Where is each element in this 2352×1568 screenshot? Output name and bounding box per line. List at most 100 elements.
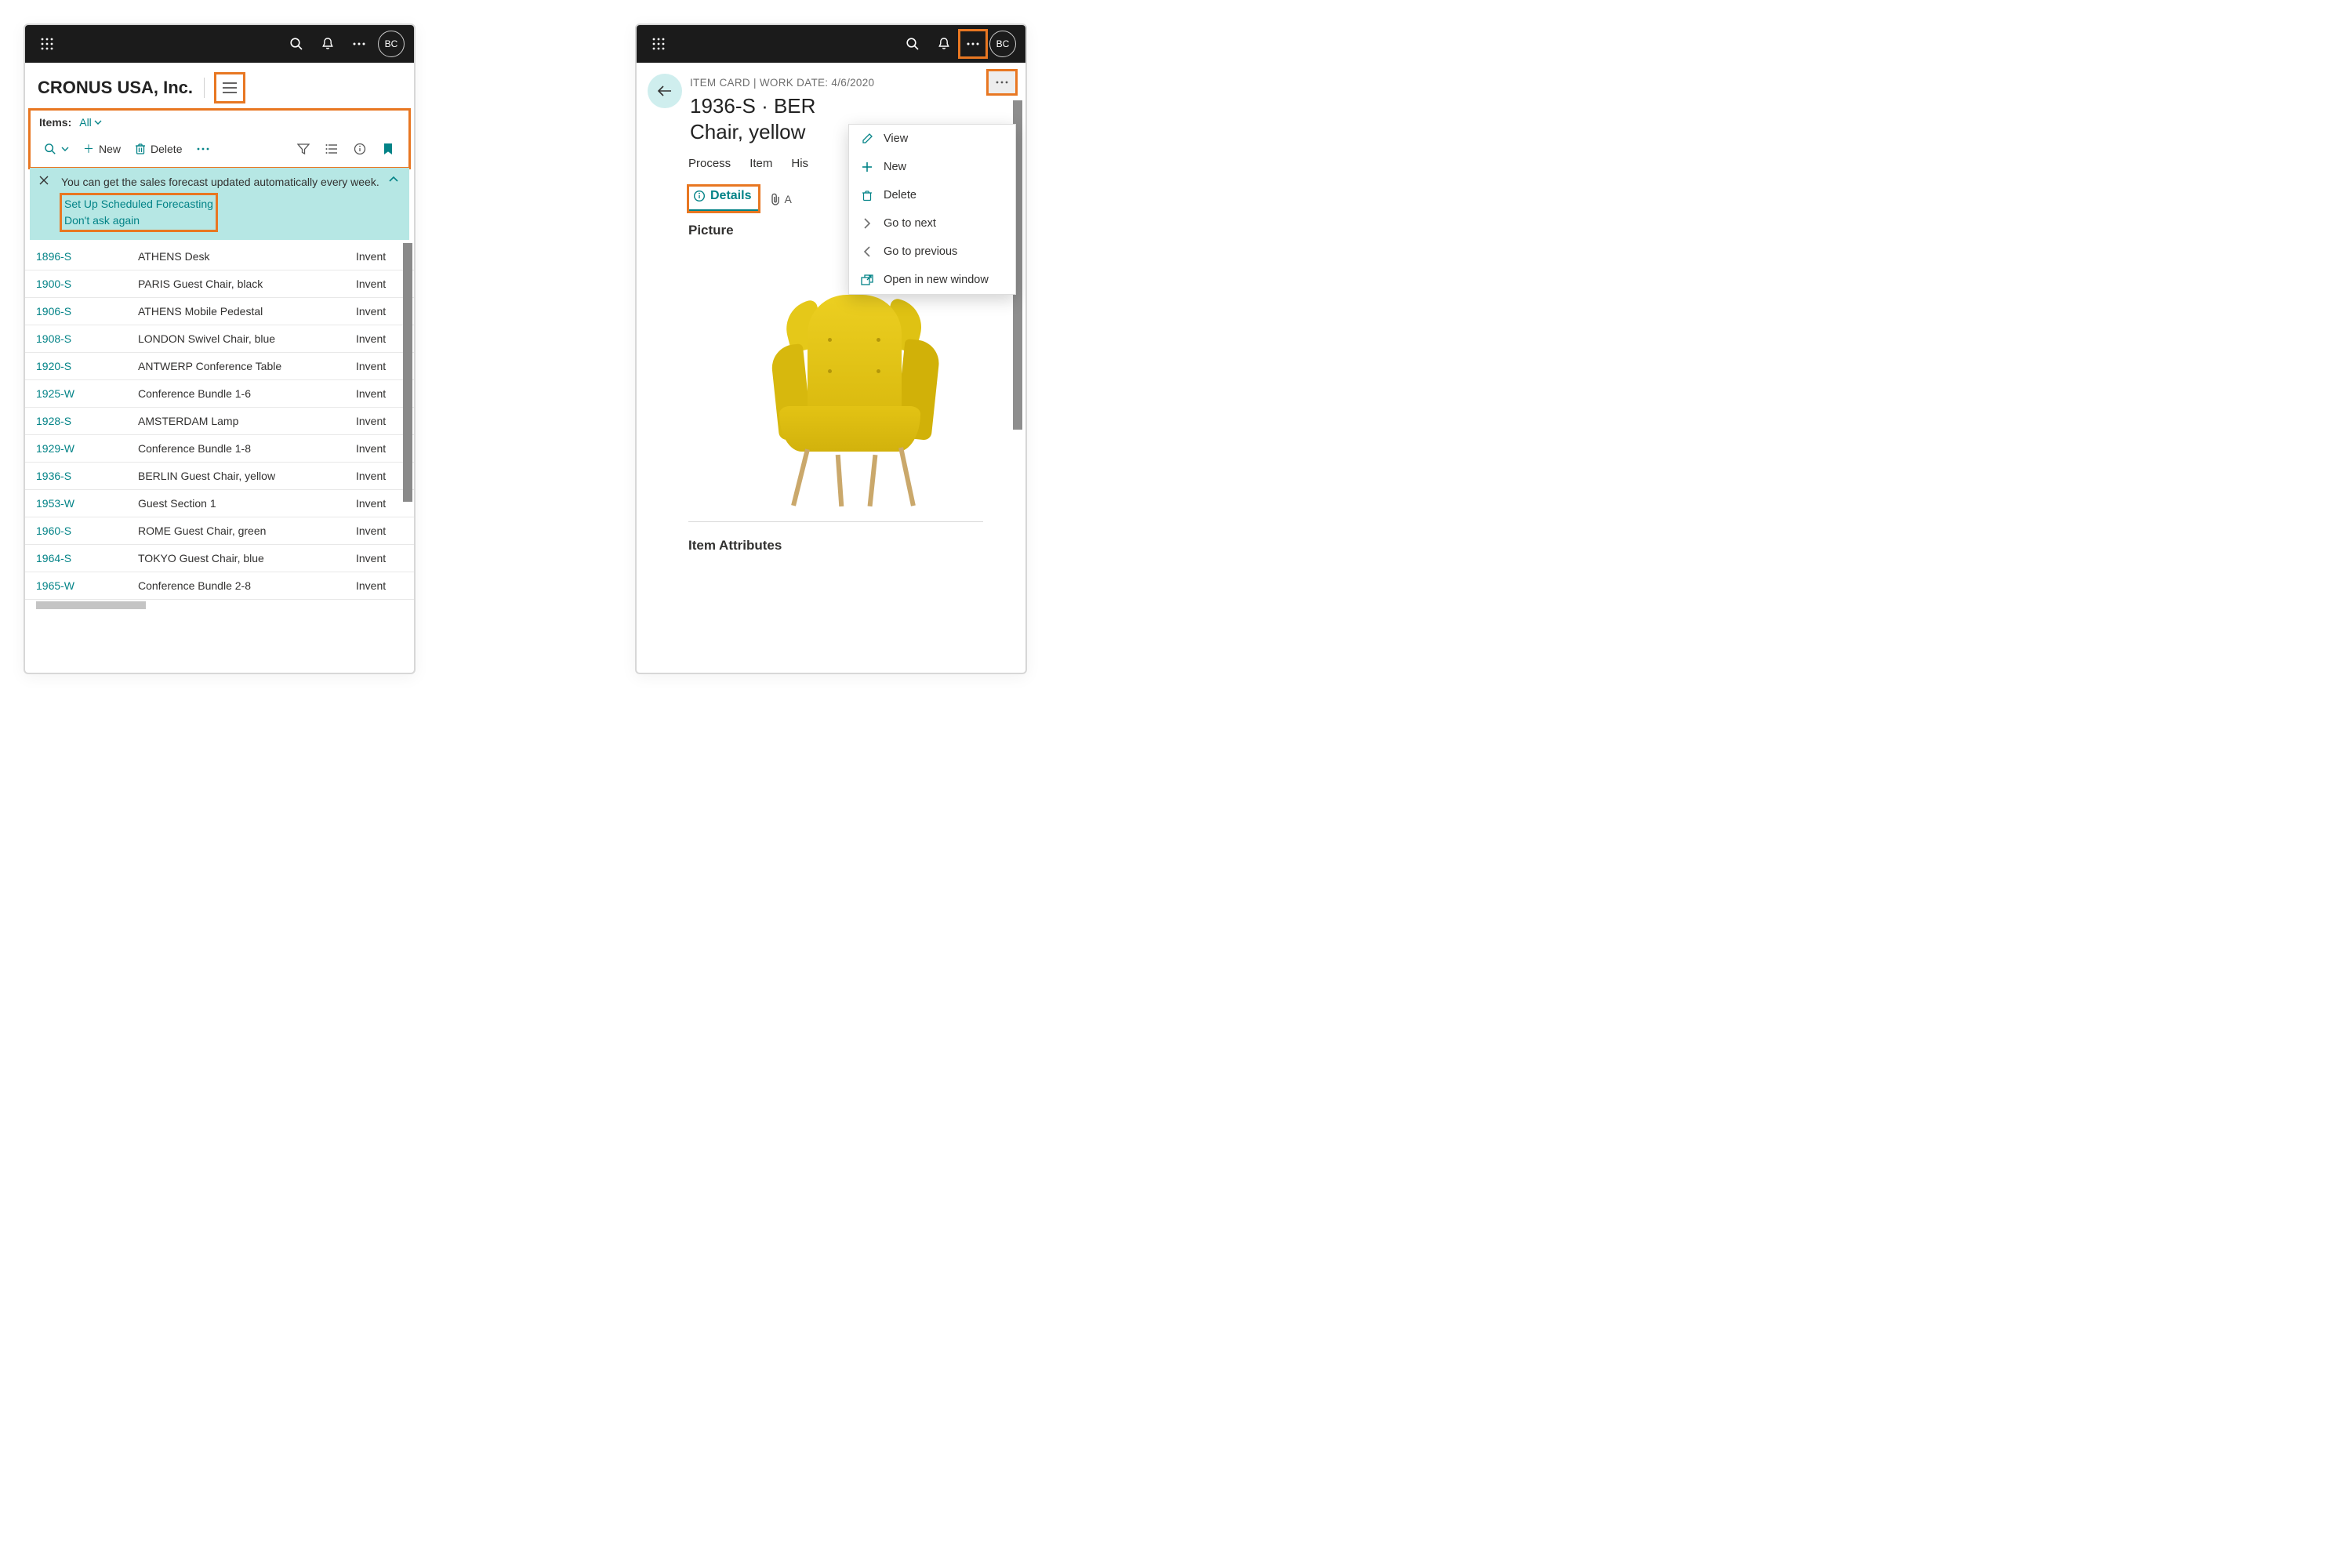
tab-process[interactable]: Process <box>688 157 731 176</box>
item-inv: Invent <box>356 442 403 455</box>
item-no[interactable]: 1965-W <box>36 579 138 592</box>
attachments-tab[interactable]: A <box>770 193 791 205</box>
company-name: CRONUS USA, Inc. <box>38 78 193 98</box>
item-inv: Invent <box>356 470 403 482</box>
items-label: Items: <box>39 116 71 129</box>
item-no[interactable]: 1960-S <box>36 524 138 537</box>
item-no[interactable]: 1953-W <box>36 497 138 510</box>
avatar[interactable]: BC <box>989 31 1016 57</box>
avatar[interactable]: BC <box>378 31 405 57</box>
item-desc: AMSTERDAM Lamp <box>138 415 356 427</box>
item-no[interactable]: 1964-S <box>36 552 138 564</box>
item-no[interactable]: 1896-S <box>36 250 138 263</box>
item-desc: Conference Bundle 1-6 <box>138 387 356 400</box>
details-tab[interactable]: Details <box>688 186 759 212</box>
menu-delete[interactable]: Delete <box>849 181 1015 209</box>
menu-go-previous[interactable]: Go to previous <box>849 238 1015 266</box>
table-row[interactable]: 1928-SAMSTERDAM LampInvent <box>25 408 414 435</box>
hamburger-button[interactable] <box>216 74 244 102</box>
item-desc: PARIS Guest Chair, black <box>138 278 356 290</box>
item-desc: ANTWERP Conference Table <box>138 360 356 372</box>
menu-new[interactable]: New <box>849 153 1015 181</box>
item-desc: Conference Bundle 1-8 <box>138 442 356 455</box>
items-filter-dropdown[interactable]: All <box>79 116 102 129</box>
bell-icon[interactable] <box>928 28 960 60</box>
topbar-more-button[interactable] <box>960 31 986 57</box>
app-launcher-icon[interactable] <box>31 28 63 60</box>
app-launcher-icon[interactable] <box>643 28 674 60</box>
menu-go-next[interactable]: Go to next <box>849 209 1015 238</box>
items-toolbar: Items: All ＋New Delete <box>30 110 409 168</box>
table-row[interactable]: 1920-SANTWERP Conference TableInvent <box>25 353 414 380</box>
item-inv: Invent <box>356 497 403 510</box>
item-desc: TOKYO Guest Chair, blue <box>138 552 356 564</box>
table-row[interactable]: 1925-WConference Bundle 1-6Invent <box>25 380 414 408</box>
item-attributes-section-header: Item Attributes <box>637 527 1025 558</box>
items-table: 1896-SATHENS DeskInvent1900-SPARIS Guest… <box>25 243 414 609</box>
new-button[interactable]: ＋New <box>78 138 125 160</box>
item-inv: Invent <box>356 332 403 345</box>
bell-icon[interactable] <box>312 28 343 60</box>
item-no[interactable]: 1900-S <box>36 278 138 290</box>
notif-link-dismiss[interactable]: Don't ask again <box>64 212 213 229</box>
item-no[interactable]: 1906-S <box>36 305 138 318</box>
table-row[interactable]: 1953-WGuest Section 1Invent <box>25 490 414 517</box>
back-button[interactable] <box>648 74 682 108</box>
menu-view[interactable]: View <box>849 125 1015 153</box>
close-icon[interactable] <box>39 176 49 185</box>
table-row[interactable]: 1906-SATHENS Mobile PedestalInvent <box>25 298 414 325</box>
more-icon[interactable] <box>343 28 375 60</box>
item-desc: ATHENS Mobile Pedestal <box>138 305 356 318</box>
tab-item[interactable]: Item <box>750 157 772 176</box>
search-icon[interactable] <box>897 28 928 60</box>
item-inv: Invent <box>356 524 403 537</box>
item-desc: LONDON Swivel Chair, blue <box>138 332 356 345</box>
left-panel: BC CRONUS USA, Inc. Items: All ＋New <box>24 24 416 674</box>
item-desc: ATHENS Desk <box>138 250 356 263</box>
table-row[interactable]: 1964-STOKYO Guest Chair, blueInvent <box>25 545 414 572</box>
table-row[interactable]: 1900-SPARIS Guest Chair, blackInvent <box>25 270 414 298</box>
context-menu: View New Delete Go to next Go to previou… <box>848 124 1016 295</box>
notif-link-setup[interactable]: Set Up Scheduled Forecasting <box>64 196 213 212</box>
table-row[interactable]: 1908-SLONDON Swivel Chair, blueInvent <box>25 325 414 353</box>
item-no[interactable]: 1920-S <box>36 360 138 372</box>
company-row: CRONUS USA, Inc. <box>25 63 414 110</box>
filter-icon[interactable] <box>292 143 315 155</box>
item-no[interactable]: 1925-W <box>36 387 138 400</box>
item-inv: Invent <box>356 278 403 290</box>
table-row[interactable]: 1960-SROME Guest Chair, greenInvent <box>25 517 414 545</box>
horizontal-scrollbar[interactable] <box>36 601 146 609</box>
card-more-button[interactable] <box>988 71 1016 94</box>
delete-button[interactable]: Delete <box>130 140 187 158</box>
more-actions-icon[interactable] <box>191 144 215 154</box>
item-inv: Invent <box>356 250 403 263</box>
item-no[interactable]: 1936-S <box>36 470 138 482</box>
item-inv: Invent <box>356 415 403 427</box>
list-view-icon[interactable] <box>320 143 343 154</box>
bookmark-icon[interactable] <box>376 143 400 155</box>
top-bar: BC <box>637 25 1025 63</box>
item-inv: Invent <box>356 579 403 592</box>
item-desc: ROME Guest Chair, green <box>138 524 356 537</box>
vertical-scrollbar[interactable] <box>403 243 412 502</box>
table-row[interactable]: 1965-WConference Bundle 2-8Invent <box>25 572 414 600</box>
item-desc: Conference Bundle 2-8 <box>138 579 356 592</box>
item-inv: Invent <box>356 387 403 400</box>
item-no[interactable]: 1928-S <box>36 415 138 427</box>
table-row[interactable]: 1936-SBERLIN Guest Chair, yellowInvent <box>25 463 414 490</box>
item-inv: Invent <box>356 305 403 318</box>
search-icon[interactable] <box>281 28 312 60</box>
info-icon[interactable] <box>348 143 372 155</box>
item-no[interactable]: 1929-W <box>36 442 138 455</box>
divider <box>204 78 205 98</box>
top-bar: BC <box>25 25 414 63</box>
item-inv: Invent <box>356 552 403 564</box>
notification-banner: You can get the sales forecast updated a… <box>30 168 409 240</box>
menu-open-window[interactable]: Open in new window <box>849 266 1015 294</box>
search-action[interactable] <box>39 140 74 158</box>
table-row[interactable]: 1929-WConference Bundle 1-8Invent <box>25 435 414 463</box>
tab-history[interactable]: His <box>791 157 808 176</box>
item-no[interactable]: 1908-S <box>36 332 138 345</box>
table-row[interactable]: 1896-SATHENS DeskInvent <box>25 243 414 270</box>
collapse-icon[interactable] <box>389 176 398 182</box>
